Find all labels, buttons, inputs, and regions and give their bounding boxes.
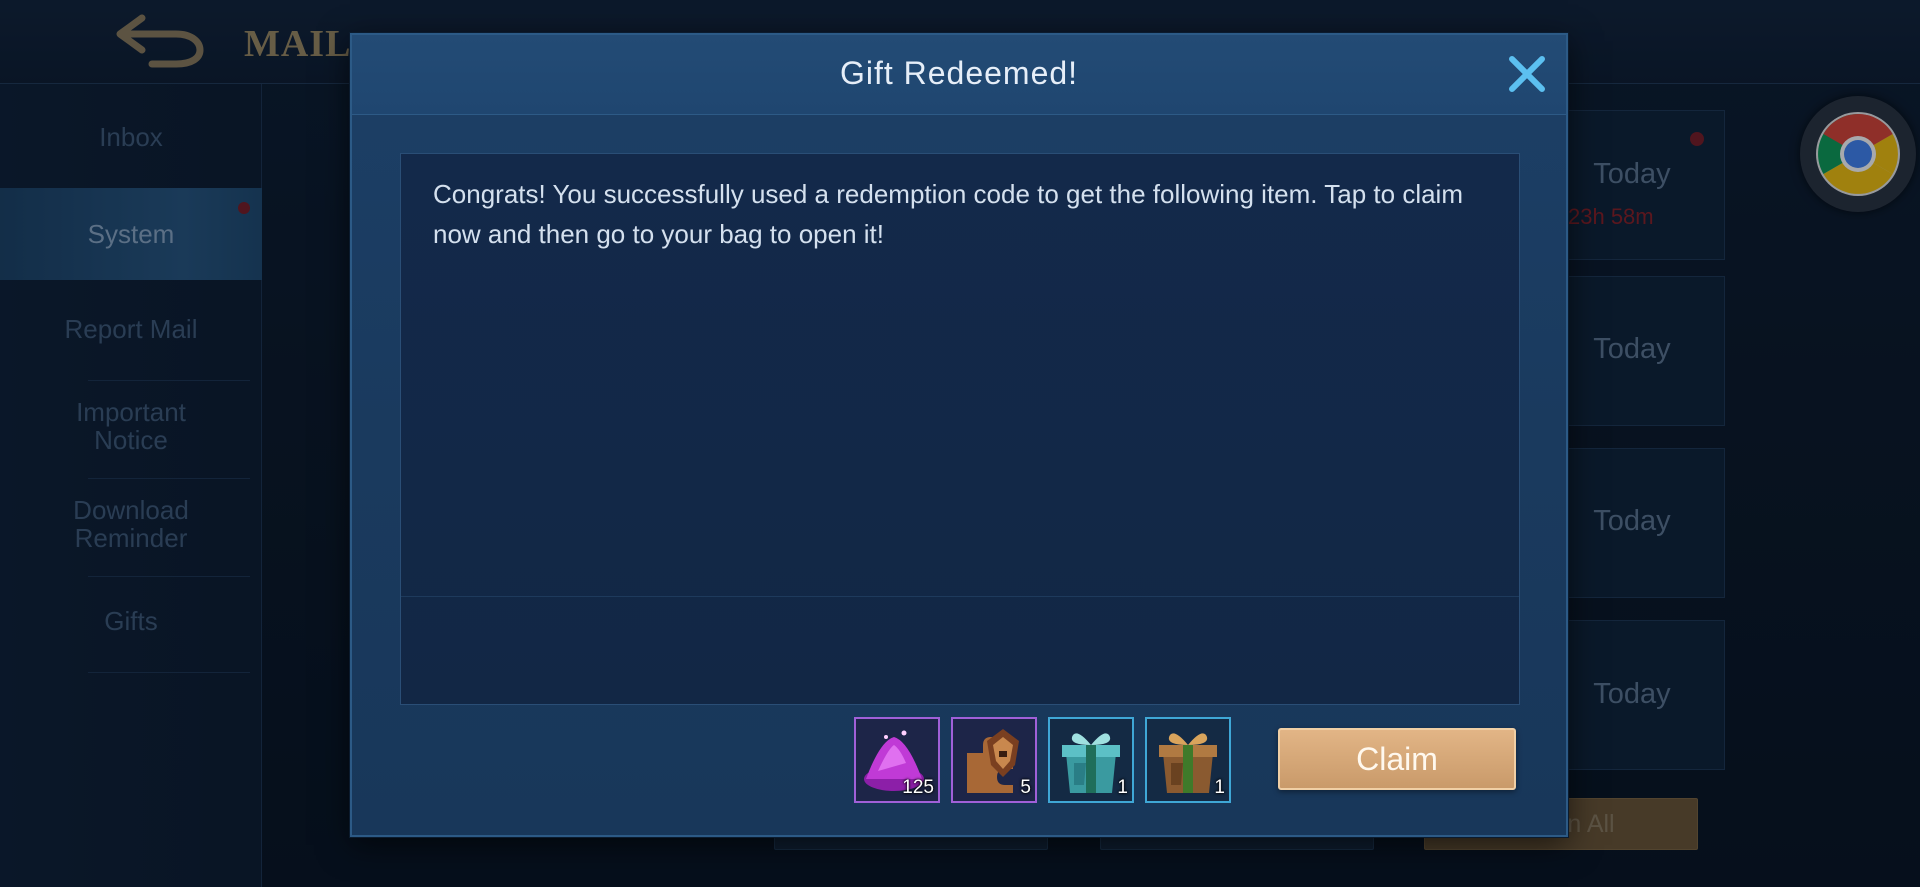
item-count: 125: [902, 777, 934, 798]
gift-redeemed-dialog: Gift Redeemed! Congrats! You successfull…: [350, 33, 1568, 837]
reward-item-blue-gift-box[interactable]: 1: [1048, 717, 1134, 803]
item-count: 5: [1020, 777, 1031, 798]
dialog-message: Congrats! You successfully used a redemp…: [433, 179, 1463, 249]
reward-item-magic-dust[interactable]: 125: [854, 717, 940, 803]
item-count: 1: [1214, 777, 1225, 798]
close-icon: [1509, 56, 1545, 92]
game-screen: MAIL Inbox System Report Mail Important …: [0, 0, 1920, 887]
dialog-header: Gift Redeemed!: [352, 35, 1566, 115]
close-button[interactable]: [1504, 51, 1550, 97]
message-box: Congrats! You successfully used a redemp…: [400, 153, 1520, 705]
item-count: 1: [1117, 777, 1128, 798]
reward-item-hero-fragment[interactable]: 5: [951, 717, 1037, 803]
reward-item-bronze-gift-box[interactable]: 1: [1145, 717, 1231, 803]
message-divider: [401, 596, 1519, 597]
dialog-title: Gift Redeemed!: [839, 55, 1079, 91]
claim-button[interactable]: Claim: [1278, 728, 1516, 790]
